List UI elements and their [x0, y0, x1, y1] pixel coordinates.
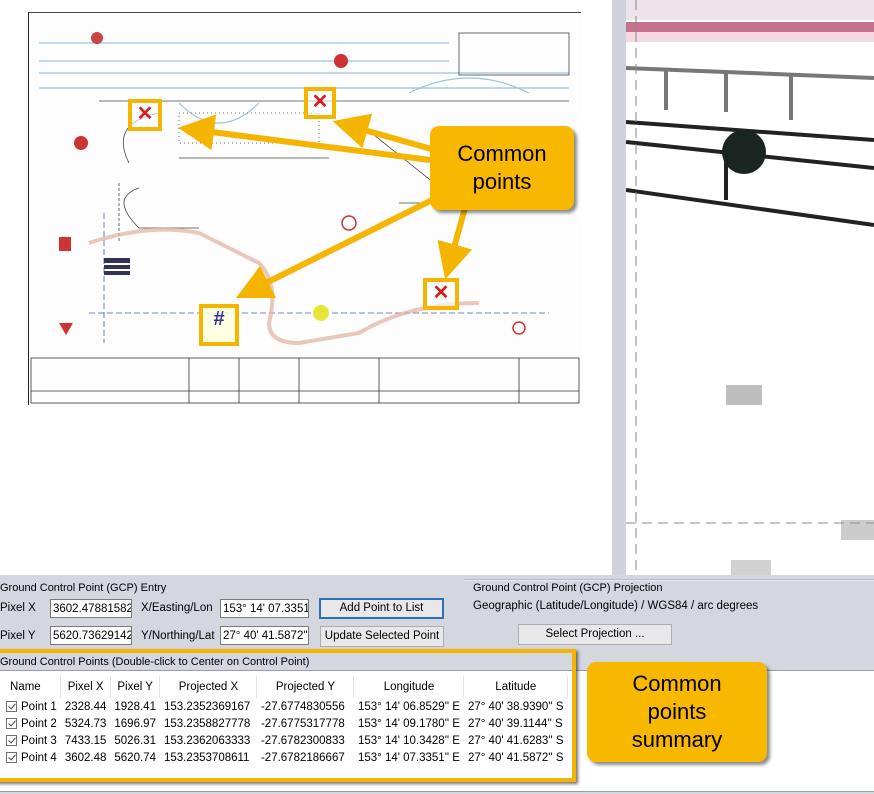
arrow-to-point-3	[437, 207, 473, 280]
callout-common-points: Common points	[430, 126, 574, 210]
arrow-to-point-1	[178, 114, 431, 163]
callout-text: Common points	[457, 141, 547, 194]
x-easting-lon-label: X/Easting/Lon	[141, 602, 213, 614]
pixel-x-label: Pixel X	[0, 602, 36, 614]
arrow-to-point-4	[235, 193, 442, 299]
x-easting-lon-input[interactable]: 153° 14' 07.3351'	[220, 599, 309, 618]
callout-common-points-summary: Common points summary	[587, 662, 767, 762]
gcp-entry-group-title: Ground Control Point (GCP) Entry	[0, 582, 167, 594]
gcp-panel: Ground Control Point (GCP) Entry Pixel X…	[0, 575, 874, 794]
callout-text: Common points summary	[631, 671, 723, 752]
pixel-y-label: Pixel Y	[0, 630, 36, 642]
add-point-button[interactable]: Add Point to List	[319, 598, 444, 619]
pixel-x-input[interactable]: 3602.47881582	[50, 599, 132, 618]
gcp-list-highlight	[0, 649, 576, 782]
gcp-projection-group-title: Ground Control Point (GCP) Projection	[473, 582, 663, 594]
projection-group-border	[464, 579, 874, 581]
arrow-to-point-2	[332, 113, 436, 153]
zoomed-plan-detail	[626, 0, 874, 575]
select-projection-button[interactable]: Select Projection ...	[518, 624, 672, 645]
update-selected-point-button[interactable]: Update Selected Point	[320, 626, 444, 647]
y-northing-lat-input[interactable]: 27° 40' 41.5872"	[220, 626, 309, 645]
view-splitter[interactable]	[612, 0, 626, 575]
projection-value: Geographic (Latitude/Longitude) / WGS84 …	[473, 600, 759, 612]
y-northing-lat-label: Y/Northing/Lat	[141, 630, 215, 642]
callout-arrows	[178, 113, 473, 299]
zoomed-detail-view[interactable]	[626, 0, 874, 575]
map-view[interactable]: ✕ ✕ ✕ # Common points	[0, 0, 612, 575]
pixel-y-input[interactable]: 5620.73629142	[50, 626, 132, 645]
